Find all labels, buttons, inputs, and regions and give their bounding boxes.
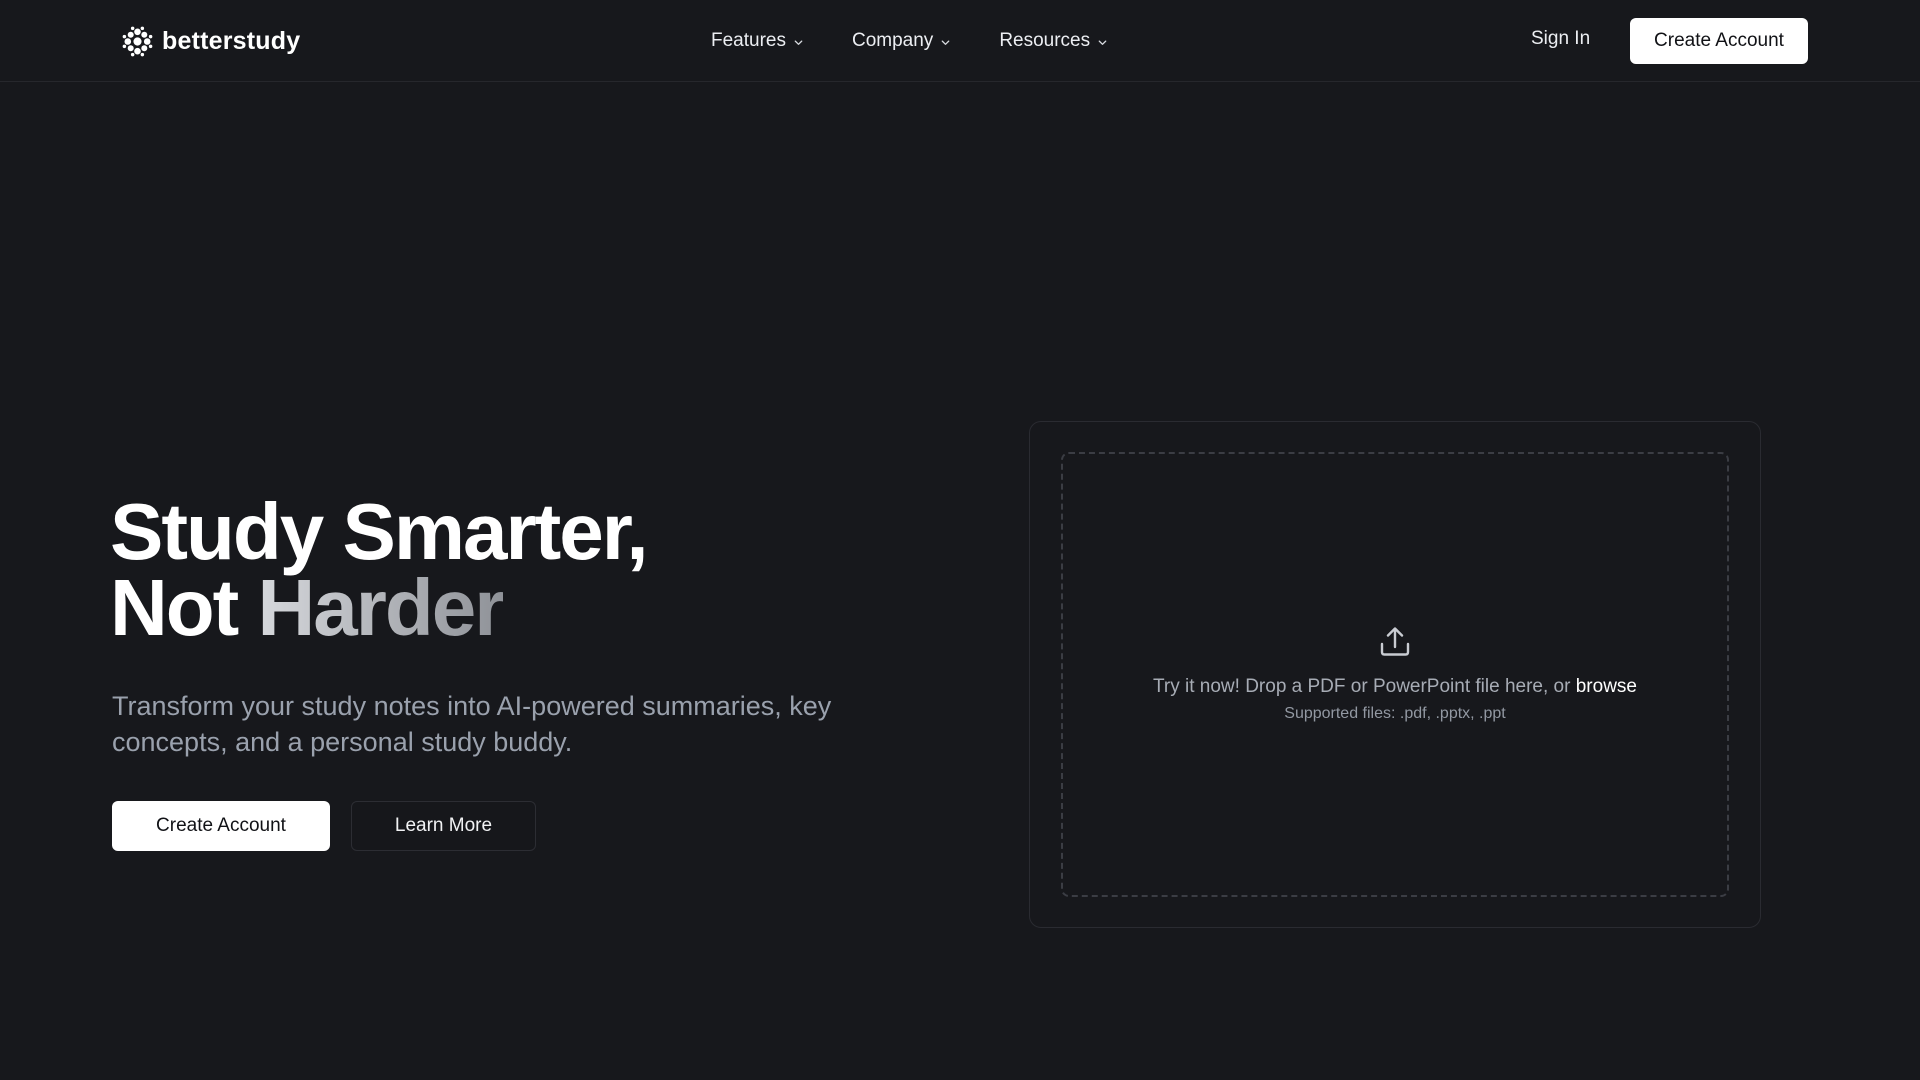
main-nav: Features Company Resources [711, 24, 1108, 58]
hero-subtitle: Transform your study notes into AI-power… [112, 691, 832, 757]
sparkle-logo-icon [121, 25, 154, 58]
nav-item-label: Features [711, 30, 786, 51]
nav-item-label: Resources [999, 30, 1091, 51]
hero-title-not: Not [110, 563, 258, 652]
hero-title-accent: Harder [257, 563, 506, 652]
brand-logo-link[interactable]: betterstudy [121, 24, 300, 58]
supported-file-types: Supported files: .pdf, .pptx, .ppt [1284, 705, 1506, 722]
sign-in-link[interactable]: Sign In [1531, 28, 1590, 50]
hero-title-line1: Study Smarter, [110, 487, 649, 576]
chevron-down-icon [793, 34, 804, 48]
nav-item-company[interactable]: Company [852, 30, 951, 52]
dropzone-prompt: Try it now! Drop a PDF or PowerPoint fil… [1153, 676, 1637, 698]
hero-title-line2: Not Harder [110, 568, 647, 648]
chevron-down-icon [940, 34, 951, 48]
browse-link[interactable]: browse [1576, 676, 1637, 697]
brand-name: betterstudy [162, 26, 301, 55]
hero-create-account-button[interactable]: Create Account [112, 801, 330, 851]
hero-title: Study Smarter, Not Harder [110, 487, 649, 648]
site-header: betterstudy Features Company Resources S… [0, 0, 1920, 82]
dropzone-prompt-text: Try it now! Drop a PDF or PowerPoint fil… [1153, 676, 1576, 697]
learn-more-button[interactable]: Learn More [351, 801, 536, 851]
file-dropzone[interactable]: Try it now! Drop a PDF or PowerPoint fil… [1061, 452, 1729, 897]
nav-item-label: Company [851, 30, 934, 51]
upload-icon [1376, 622, 1414, 660]
nav-item-features[interactable]: Features [711, 30, 804, 52]
chevron-down-icon [1097, 34, 1108, 48]
header-create-account-button[interactable]: Create Account [1630, 18, 1808, 64]
upload-card: Try it now! Drop a PDF or PowerPoint fil… [1029, 421, 1761, 928]
nav-item-resources[interactable]: Resources [999, 30, 1108, 52]
